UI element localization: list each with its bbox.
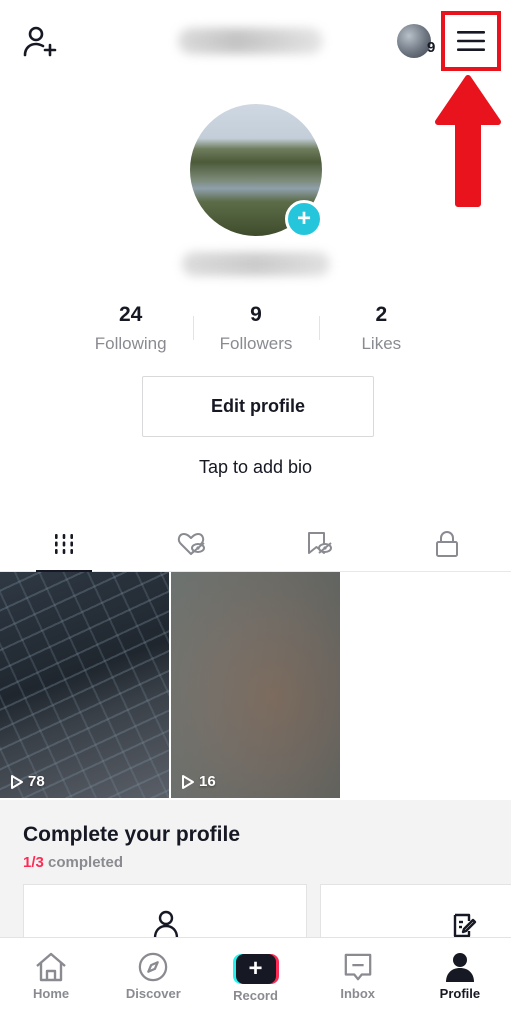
progress-count: 1/3 [23,854,44,871]
stat-value: 2 [375,303,388,326]
stat-value: 24 [118,303,143,326]
profile-tabs [0,516,511,572]
complete-profile-title: Complete your profile [23,823,241,846]
view-count: 16 [181,773,216,790]
play-icon [182,774,194,789]
hamburger-menu-icon [457,31,485,51]
add-bio-prompt[interactable]: Tap to add bio [0,457,511,478]
progress-suffix: completed [48,854,124,871]
profile-icon [445,953,474,982]
stat-label: Following [94,334,167,353]
username-blurred [178,28,323,54]
nav-home[interactable]: Home [0,938,102,1025]
menu-button[interactable] [441,11,501,71]
tab-saved[interactable] [256,516,384,571]
record-icon: + [232,954,279,984]
grid-icon [54,533,73,554]
view-count-value: 16 [199,773,216,790]
handle-blurred [182,252,330,276]
story-avatar[interactable] [397,24,431,58]
view-count: 78 [10,773,45,790]
stat-label: Likes [361,334,402,353]
nav-label: Inbox [340,986,376,1001]
complete-profile-progress: 1/3 completed [23,854,123,871]
tab-liked[interactable] [128,516,256,571]
compass-icon [139,952,168,982]
nav-inbox[interactable]: Inbox [307,938,409,1025]
video-thumbnail[interactable]: 16 [171,572,340,798]
liked-hidden-icon [177,532,205,555]
view-count-value: 78 [28,773,45,790]
saved-hidden-icon [308,531,333,554]
tab-private[interactable] [383,516,511,571]
nav-label: Profile [439,986,481,1001]
nav-profile[interactable]: Profile [409,938,511,1025]
bottom-nav: Home Discover + Record Inbox Profile [0,937,511,1025]
edit-note-icon [453,913,477,938]
profile-stats: 24 Following 9 Followers 2 Likes [68,302,444,362]
play-icon [11,774,23,789]
lock-icon [436,530,459,557]
inbox-icon [344,953,372,981]
nav-label: Discover [125,986,181,1001]
tab-videos[interactable] [0,516,128,572]
add-friend-icon[interactable] [22,24,58,60]
stat-value: 9 [250,303,262,326]
home-icon [36,952,66,982]
annotation-arrow [435,75,501,207]
record-plus: + [235,954,276,984]
stat-label: Followers [219,334,293,353]
stat-likes[interactable]: 2 Likes [318,302,444,362]
stat-following[interactable]: 24 Following [68,302,193,362]
person-icon [153,910,179,939]
add-photo-icon[interactable]: + [285,200,323,238]
story-count: 9 [427,39,436,56]
nav-label: Record [233,988,278,1003]
stat-followers[interactable]: 9 Followers [193,302,318,362]
edit-profile-button[interactable]: Edit profile [142,376,374,437]
video-thumbnail[interactable]: 78 [0,572,169,798]
nav-label: Home [33,986,70,1001]
nav-record[interactable]: + Record [204,938,306,1025]
nav-discover[interactable]: Discover [102,938,204,1025]
